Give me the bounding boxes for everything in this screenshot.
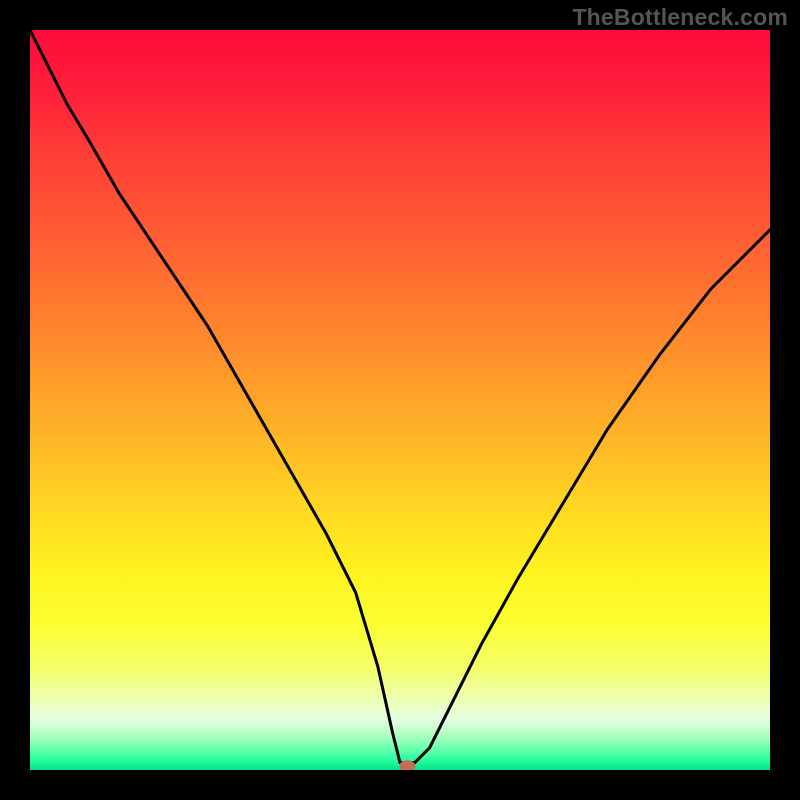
watermark-text: TheBottleneck.com [572, 4, 788, 31]
curve-layer [30, 30, 770, 770]
plot-area [30, 30, 770, 770]
bottleneck-curve [30, 30, 770, 763]
chart-frame: TheBottleneck.com [0, 0, 800, 800]
